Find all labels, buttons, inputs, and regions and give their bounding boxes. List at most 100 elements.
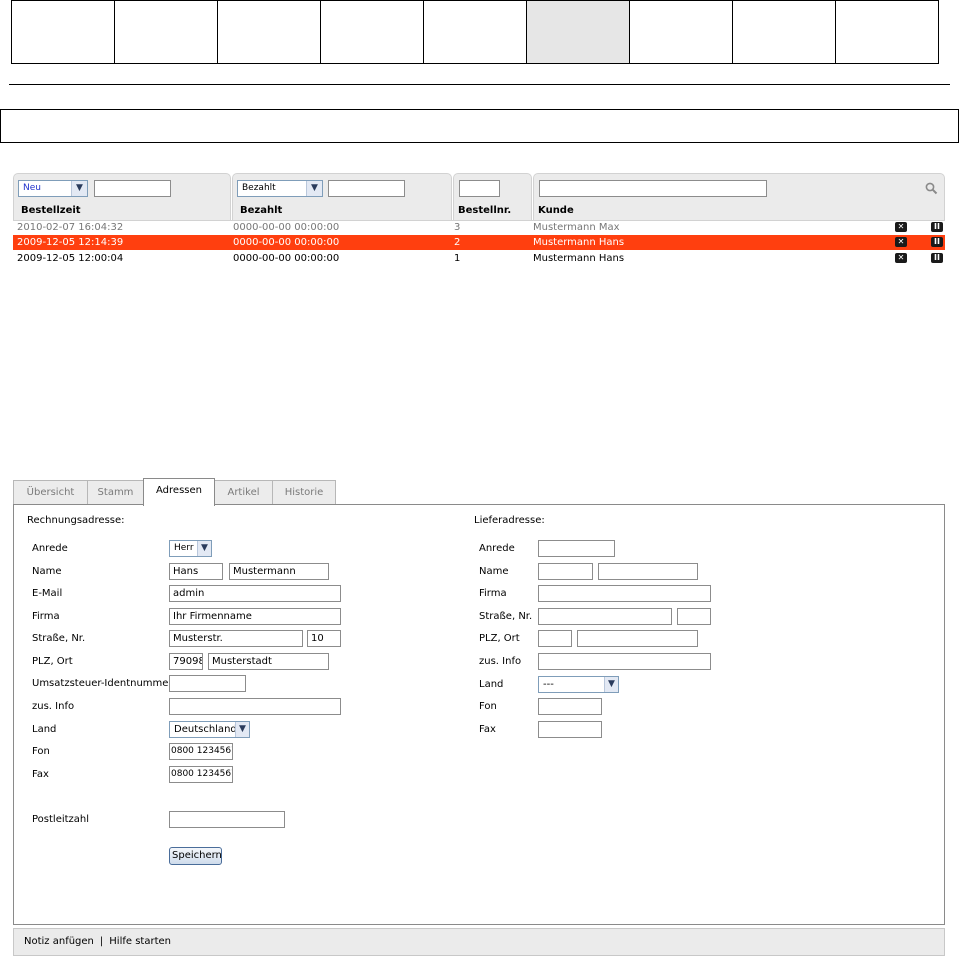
billing-country-label: Land [32,724,57,735]
start-help-link[interactable]: Hilfe starten [109,936,171,947]
billing-street-label: Straße, Nr. [32,633,86,644]
billing-street-input[interactable]: Musterstr. [169,630,303,647]
delete-icon[interactable]: ✕ [895,237,907,247]
billing-fax-label: Fax [32,769,49,780]
column-label-nr: Bestellnr. [458,205,512,216]
pause-icon[interactable]: II [931,237,943,247]
billing-company-label: Firma [32,611,60,622]
column-label-paid: Bezahlt [240,205,283,216]
cell-time: 2009-12-05 12:14:39 [17,237,124,248]
delivery-phone-label: Fon [479,701,497,712]
billing-country-value: Deutschland [174,724,237,735]
billing-email-input[interactable]: admin [169,585,341,602]
billing-company-input[interactable]: Ihr Firmenname [169,608,341,625]
billing-phone-input[interactable]: 0800 1234567 [169,743,233,760]
save-button[interactable]: Speichern [169,847,222,865]
add-note-link[interactable]: Notiz anfügen [24,936,94,947]
billing-email-label: E-Mail [32,588,63,599]
billing-country-select[interactable]: Deutschland ▼ [169,721,250,738]
menu-cell-9[interactable] [835,0,939,64]
tab-addresses[interactable]: Adressen [143,478,215,506]
billing-city-input[interactable]: Musterstadt [208,653,329,670]
menu-cell-1[interactable] [11,0,115,64]
billing-extra-info-input[interactable] [169,698,341,715]
customer-filter-input[interactable] [539,180,767,197]
billing-phone-label: Fon [32,746,50,757]
menu-cell-6-active[interactable] [526,0,630,64]
billing-vat-id-input[interactable] [169,675,246,692]
delivery-zip-city-label: PLZ, Ort [479,633,520,644]
search-icon[interactable] [925,182,938,195]
chevron-down-icon: ▼ [306,181,322,196]
delivery-house-no-input[interactable] [677,608,711,625]
menu-cell-7[interactable] [629,0,733,64]
column-header-paid: Bezahlt ▼ Bezahlt [232,173,452,220]
chevron-down-icon: ▼ [235,722,249,737]
status-filter-select[interactable]: Neu ▼ [18,180,88,197]
divider [9,84,950,85]
delivery-country-label: Land [479,679,504,690]
delivery-salutation-input[interactable] [538,540,615,557]
delivery-first-name-input[interactable] [538,563,593,580]
paid-filter-input[interactable] [328,180,405,197]
delivery-heading: Lieferadresse: [474,515,545,526]
column-header-time: Neu ▼ Bestellzeit [13,173,231,220]
cell-customer: Mustermann Hans [533,253,625,264]
billing-last-name-input[interactable]: Mustermann [229,563,329,580]
cell-customer: Mustermann Max [533,222,620,233]
cell-time: 2009-12-05 12:00:04 [17,253,124,264]
tab-articles[interactable]: Artikel [214,480,273,505]
chevron-down-icon: ▼ [197,541,211,556]
delivery-company-input[interactable] [538,585,711,602]
nr-filter-input[interactable] [459,180,500,197]
billing-first-name-input[interactable]: Hans [169,563,223,580]
delete-icon[interactable]: ✕ [895,222,907,232]
menu-cell-8[interactable] [732,0,836,64]
menu-cell-5[interactable] [423,0,527,64]
delivery-city-input[interactable] [577,630,698,647]
cell-nr: 1 [454,253,461,264]
chevron-down-icon: ▼ [71,181,87,196]
tab-stamm[interactable]: Stamm [87,480,144,505]
time-filter-input[interactable] [94,180,171,197]
menu-cell-2[interactable] [114,0,218,64]
delivery-country-select[interactable]: --- ▼ [538,676,619,693]
pause-icon[interactable]: II [931,253,943,263]
table-row[interactable]: 2009-12-05 12:00:04 0000-00-00 00:00:00 … [13,251,945,266]
cell-paid: 0000-00-00 00:00:00 [233,222,340,233]
menu-cell-3[interactable] [217,0,321,64]
message-bar [0,109,959,143]
delivery-fax-input[interactable] [538,721,602,738]
billing-zip-input[interactable]: 79098 [169,653,203,670]
delivery-street-input[interactable] [538,608,672,625]
delete-icon[interactable]: ✕ [895,253,907,263]
menu-cell-4[interactable] [320,0,424,64]
column-header-customer: Kunde [533,173,945,220]
table-row-selected[interactable]: 2009-12-05 12:14:39 0000-00-00 00:00:00 … [13,235,945,250]
billing-house-no-input[interactable]: 10 [307,630,341,647]
address-panel: Rechnungsadresse: Anrede Herr ▼ Name Han… [13,504,945,925]
tab-history[interactable]: Historie [272,480,336,505]
table-row[interactable]: 2010-02-07 16:04:32 0000-00-00 00:00:00 … [13,220,945,235]
billing-postcode-input[interactable] [169,811,285,828]
pause-icon[interactable]: II [931,222,943,232]
delivery-salutation-label: Anrede [479,543,515,554]
delivery-last-name-input[interactable] [598,563,698,580]
delivery-fax-label: Fax [479,724,496,735]
chevron-down-icon: ▼ [604,677,618,692]
cell-time: 2010-02-07 16:04:32 [17,222,124,233]
billing-salutation-select[interactable]: Herr ▼ [169,540,212,557]
paid-filter-select[interactable]: Bezahlt ▼ [237,180,323,197]
footer-separator: | [99,936,104,947]
tab-overview[interactable]: Übersicht [13,480,88,505]
column-header-nr: Bestellnr. [453,173,532,220]
delivery-phone-input[interactable] [538,698,602,715]
billing-fax-input[interactable]: 0800 1234567 [169,766,233,783]
delivery-company-label: Firma [479,588,507,599]
delivery-extra-info-input[interactable] [538,653,711,670]
billing-extra-info-label: zus. Info [32,701,75,712]
delivery-name-label: Name [479,566,509,577]
cell-customer: Mustermann Hans [533,237,625,248]
cell-nr: 2 [454,237,461,248]
delivery-zip-input[interactable] [538,630,572,647]
